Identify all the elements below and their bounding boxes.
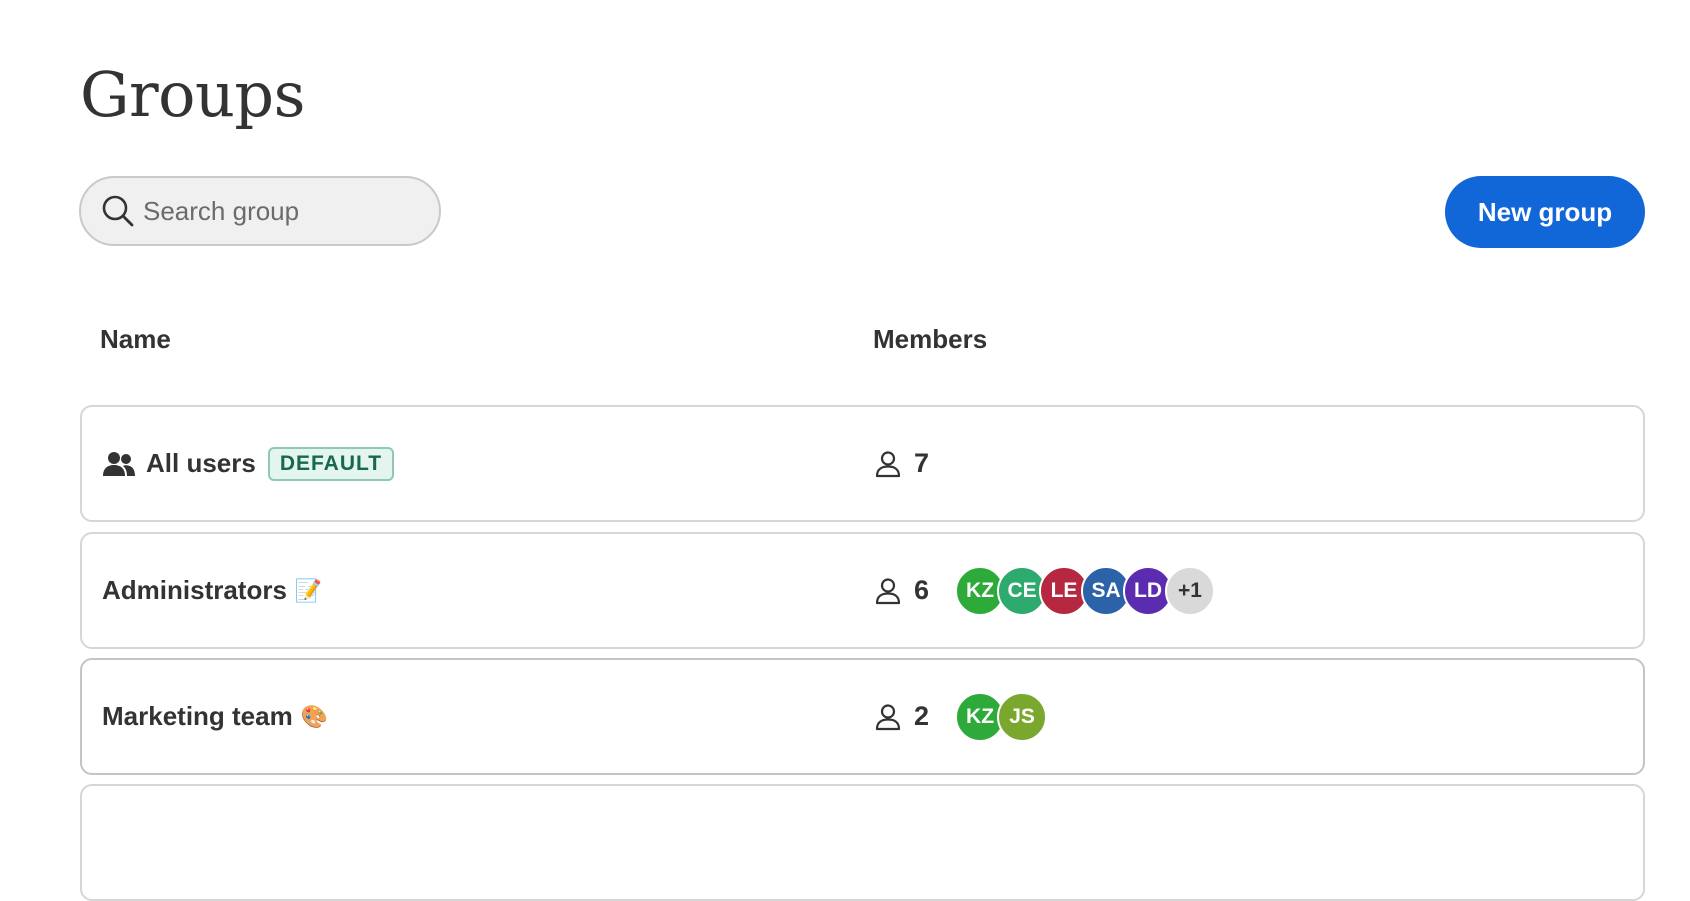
- group-name-cell: All users DEFAULT: [102, 407, 395, 520]
- users-icon: [102, 450, 136, 478]
- person-icon: [874, 450, 902, 478]
- group-name-cell: Administrators 📝: [102, 534, 322, 647]
- column-header-name[interactable]: Name: [100, 324, 171, 355]
- table-row[interactable]: Administrators 📝 6 KZ CE LE SA LD +1: [80, 532, 1645, 649]
- search-icon: [101, 194, 135, 228]
- members-cell: 6 KZ CE LE SA LD +1: [874, 534, 1216, 647]
- default-badge: DEFAULT: [267, 446, 395, 481]
- group-name: Administrators: [102, 575, 287, 605]
- groups-page: Groups New group Name Members All users: [0, 0, 1690, 901]
- search-box[interactable]: [79, 176, 441, 246]
- column-header-members[interactable]: Members: [873, 324, 987, 355]
- table-row[interactable]: [80, 784, 1645, 901]
- member-count: 2: [914, 701, 930, 731]
- avatar-stack[interactable]: KZ JS: [955, 691, 1048, 742]
- search-input[interactable]: [141, 194, 425, 228]
- more-members-avatar[interactable]: +1: [1165, 565, 1216, 616]
- avatar-stack[interactable]: KZ CE LE SA LD +1: [955, 565, 1216, 616]
- member-count: 6: [914, 575, 930, 605]
- avatar[interactable]: JS: [997, 691, 1048, 742]
- members-cell: 7: [874, 407, 929, 520]
- person-icon: [874, 577, 902, 605]
- new-group-button[interactable]: New group: [1445, 176, 1645, 248]
- member-count: 7: [914, 448, 930, 478]
- group-name-cell: Marketing team 🎨: [102, 660, 328, 773]
- group-name: All users: [146, 448, 256, 478]
- table-row[interactable]: All users DEFAULT 7: [80, 405, 1645, 522]
- group-name: Marketing team: [102, 701, 293, 731]
- members-cell: 2 KZ JS: [874, 660, 1048, 773]
- palette-emoji: 🎨: [300, 703, 329, 729]
- table-row[interactable]: Marketing team 🎨 2 KZ JS: [80, 658, 1645, 775]
- person-icon: [874, 703, 902, 731]
- memo-emoji: 📝: [294, 577, 323, 603]
- page-title: Groups: [80, 58, 305, 131]
